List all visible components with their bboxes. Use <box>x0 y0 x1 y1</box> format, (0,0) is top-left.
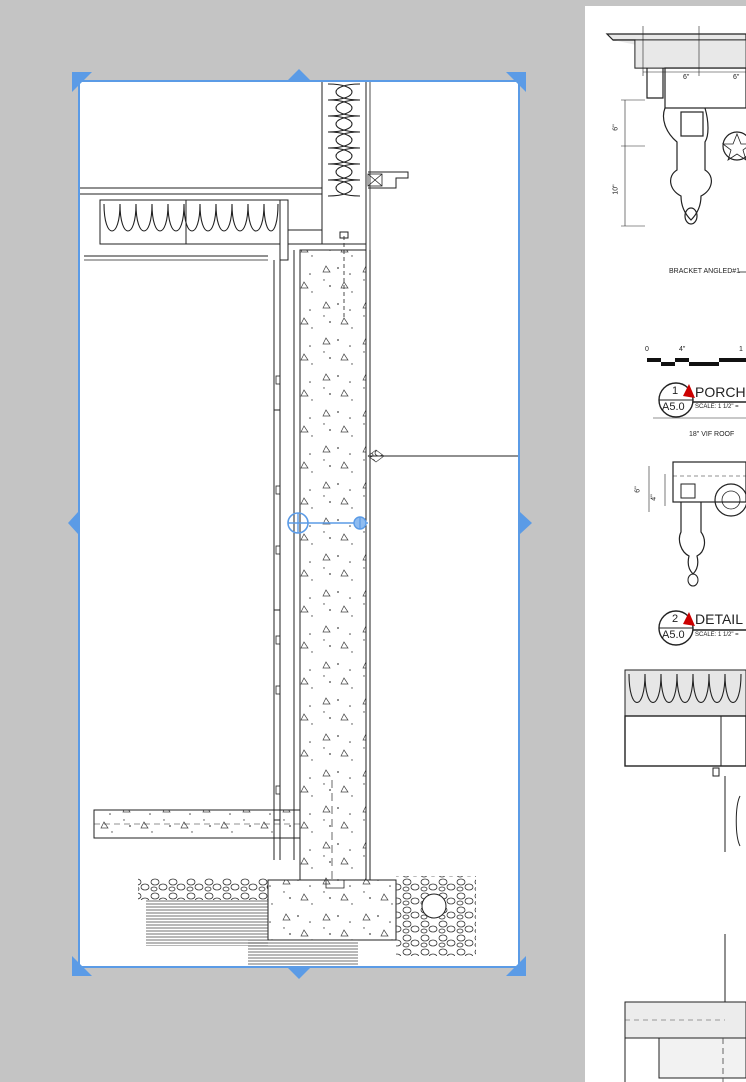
detail-sheet-ref: A5.0 <box>662 629 685 641</box>
dim-label: 6" <box>612 124 620 131</box>
detail-number: 2 <box>672 613 679 625</box>
handle-right[interactable] <box>520 512 532 534</box>
sheet-details <box>605 26 746 1082</box>
detail-title: PORCH <box>695 384 746 400</box>
scale-label-0: 0 <box>645 346 649 353</box>
detail-title: DETAIL S <box>695 611 746 627</box>
handle-top[interactable] <box>288 69 310 80</box>
detail-sheet-ref: A5.0 <box>662 401 685 413</box>
scale-label-1: 1 <box>739 346 743 353</box>
roof-note: 18" VIF ROOF <box>689 431 735 438</box>
handle-top-left[interactable] <box>72 72 92 92</box>
scale-label-4: 4" <box>679 346 686 353</box>
handle-left[interactable] <box>68 512 78 534</box>
detail-number: 1 <box>672 385 679 397</box>
dim-label: 6" <box>733 74 740 81</box>
handle-bottom-right[interactable] <box>506 956 526 976</box>
bracket-label: BRACKET ANGLED#1 <box>669 268 741 275</box>
drawing-sheet[interactable]: 6" 6" 6" 10" BRACKET ANGLED#1 0 4" 1 1 A… <box>585 6 746 1082</box>
dim-label: 6" <box>683 74 690 81</box>
handle-top-right[interactable] <box>506 72 526 92</box>
detail-scale: SCALE: 1 1/2" = <box>695 404 739 410</box>
handle-bottom[interactable] <box>288 968 310 979</box>
dim-label: 10" <box>612 184 620 195</box>
scale-bar <box>647 358 746 366</box>
handle-bottom-left[interactable] <box>72 956 92 976</box>
detail-scale: SCALE: 1 1/2" = <box>695 632 739 638</box>
dim-label: 6" <box>634 486 642 493</box>
dim-label: 4" <box>650 494 658 501</box>
